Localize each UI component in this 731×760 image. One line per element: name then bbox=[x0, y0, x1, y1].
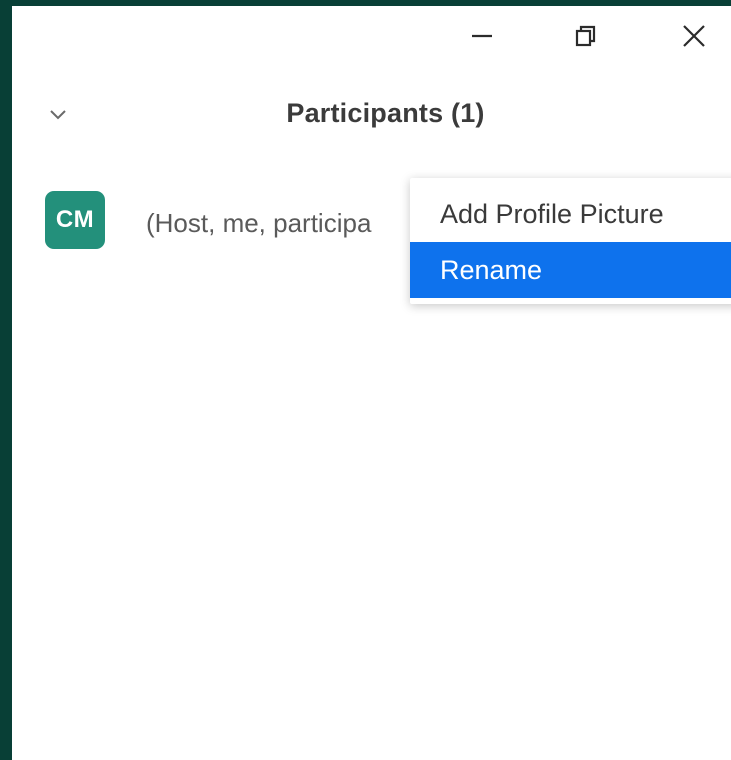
minimize-icon bbox=[469, 23, 495, 49]
avatar: CM bbox=[45, 191, 105, 249]
participants-window: Participants (1) CM (Host, me, participa… bbox=[12, 6, 731, 760]
close-icon bbox=[681, 23, 707, 49]
close-button[interactable] bbox=[676, 18, 712, 54]
minimize-button[interactable] bbox=[464, 18, 500, 54]
participant-name: (Host, me, participa bbox=[146, 208, 372, 238]
restore-button[interactable] bbox=[568, 18, 604, 54]
restore-icon bbox=[573, 23, 599, 49]
menu-item-add-profile-picture[interactable]: Add Profile Picture bbox=[410, 186, 731, 242]
panel-title: Participants (1) bbox=[286, 98, 485, 128]
menu-item-rename[interactable]: Rename bbox=[410, 242, 731, 298]
context-menu: Add Profile Picture Rename bbox=[410, 178, 731, 304]
